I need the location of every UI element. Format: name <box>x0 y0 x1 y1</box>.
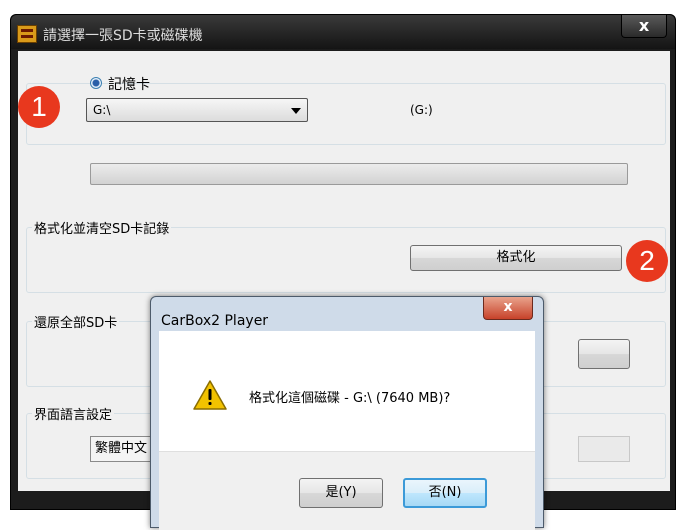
dialog-titlebar[interactable]: CarBox2 Player x <box>151 297 543 331</box>
format-group-label: 格式化並清空SD卡記錄 <box>32 218 172 237</box>
step-marker-1: 1 <box>18 86 60 128</box>
main-close-button[interactable]: x <box>621 15 667 38</box>
language-secondary-field <box>578 436 630 462</box>
no-button[interactable]: 否(N) <box>403 478 487 508</box>
restore-button[interactable] <box>578 339 630 369</box>
confirm-dialog: CarBox2 Player x 格式化這個磁碟 - G:\ (7640 MB)… <box>150 296 544 530</box>
language-group-label: 界面語言設定 <box>32 404 115 423</box>
warning-icon <box>193 380 227 410</box>
main-titlebar[interactable]: 請選擇一張SD卡或磁碟機 x <box>11 15 675 49</box>
format-button[interactable]: 格式化 <box>410 245 622 271</box>
drive-select[interactable]: G:\ <box>86 98 308 122</box>
step-marker-2: 2 <box>626 240 668 282</box>
memory-card-radio-label[interactable]: 記憶卡 <box>108 74 150 94</box>
progress-bar <box>90 163 628 185</box>
app-icon <box>17 25 37 43</box>
drive-select-value: G:\ <box>93 103 111 117</box>
drive-letter-label: (G:) <box>410 103 433 117</box>
yes-button[interactable]: 是(Y) <box>299 478 383 508</box>
dialog-footer: 是(Y) 否(N) <box>159 451 535 530</box>
main-window-title: 請選擇一張SD卡或磁碟機 <box>43 28 203 44</box>
dialog-message: 格式化這個磁碟 - G:\ (7640 MB)? <box>249 391 451 406</box>
dialog-body: 格式化這個磁碟 - G:\ (7640 MB)? <box>159 331 535 451</box>
dialog-close-button[interactable]: x <box>483 297 533 320</box>
memory-card-radio[interactable] <box>90 77 102 89</box>
restore-group-label: 還原全部SD卡 <box>32 312 120 331</box>
chevron-down-icon <box>291 108 301 114</box>
dialog-title: CarBox2 Player <box>161 313 269 329</box>
